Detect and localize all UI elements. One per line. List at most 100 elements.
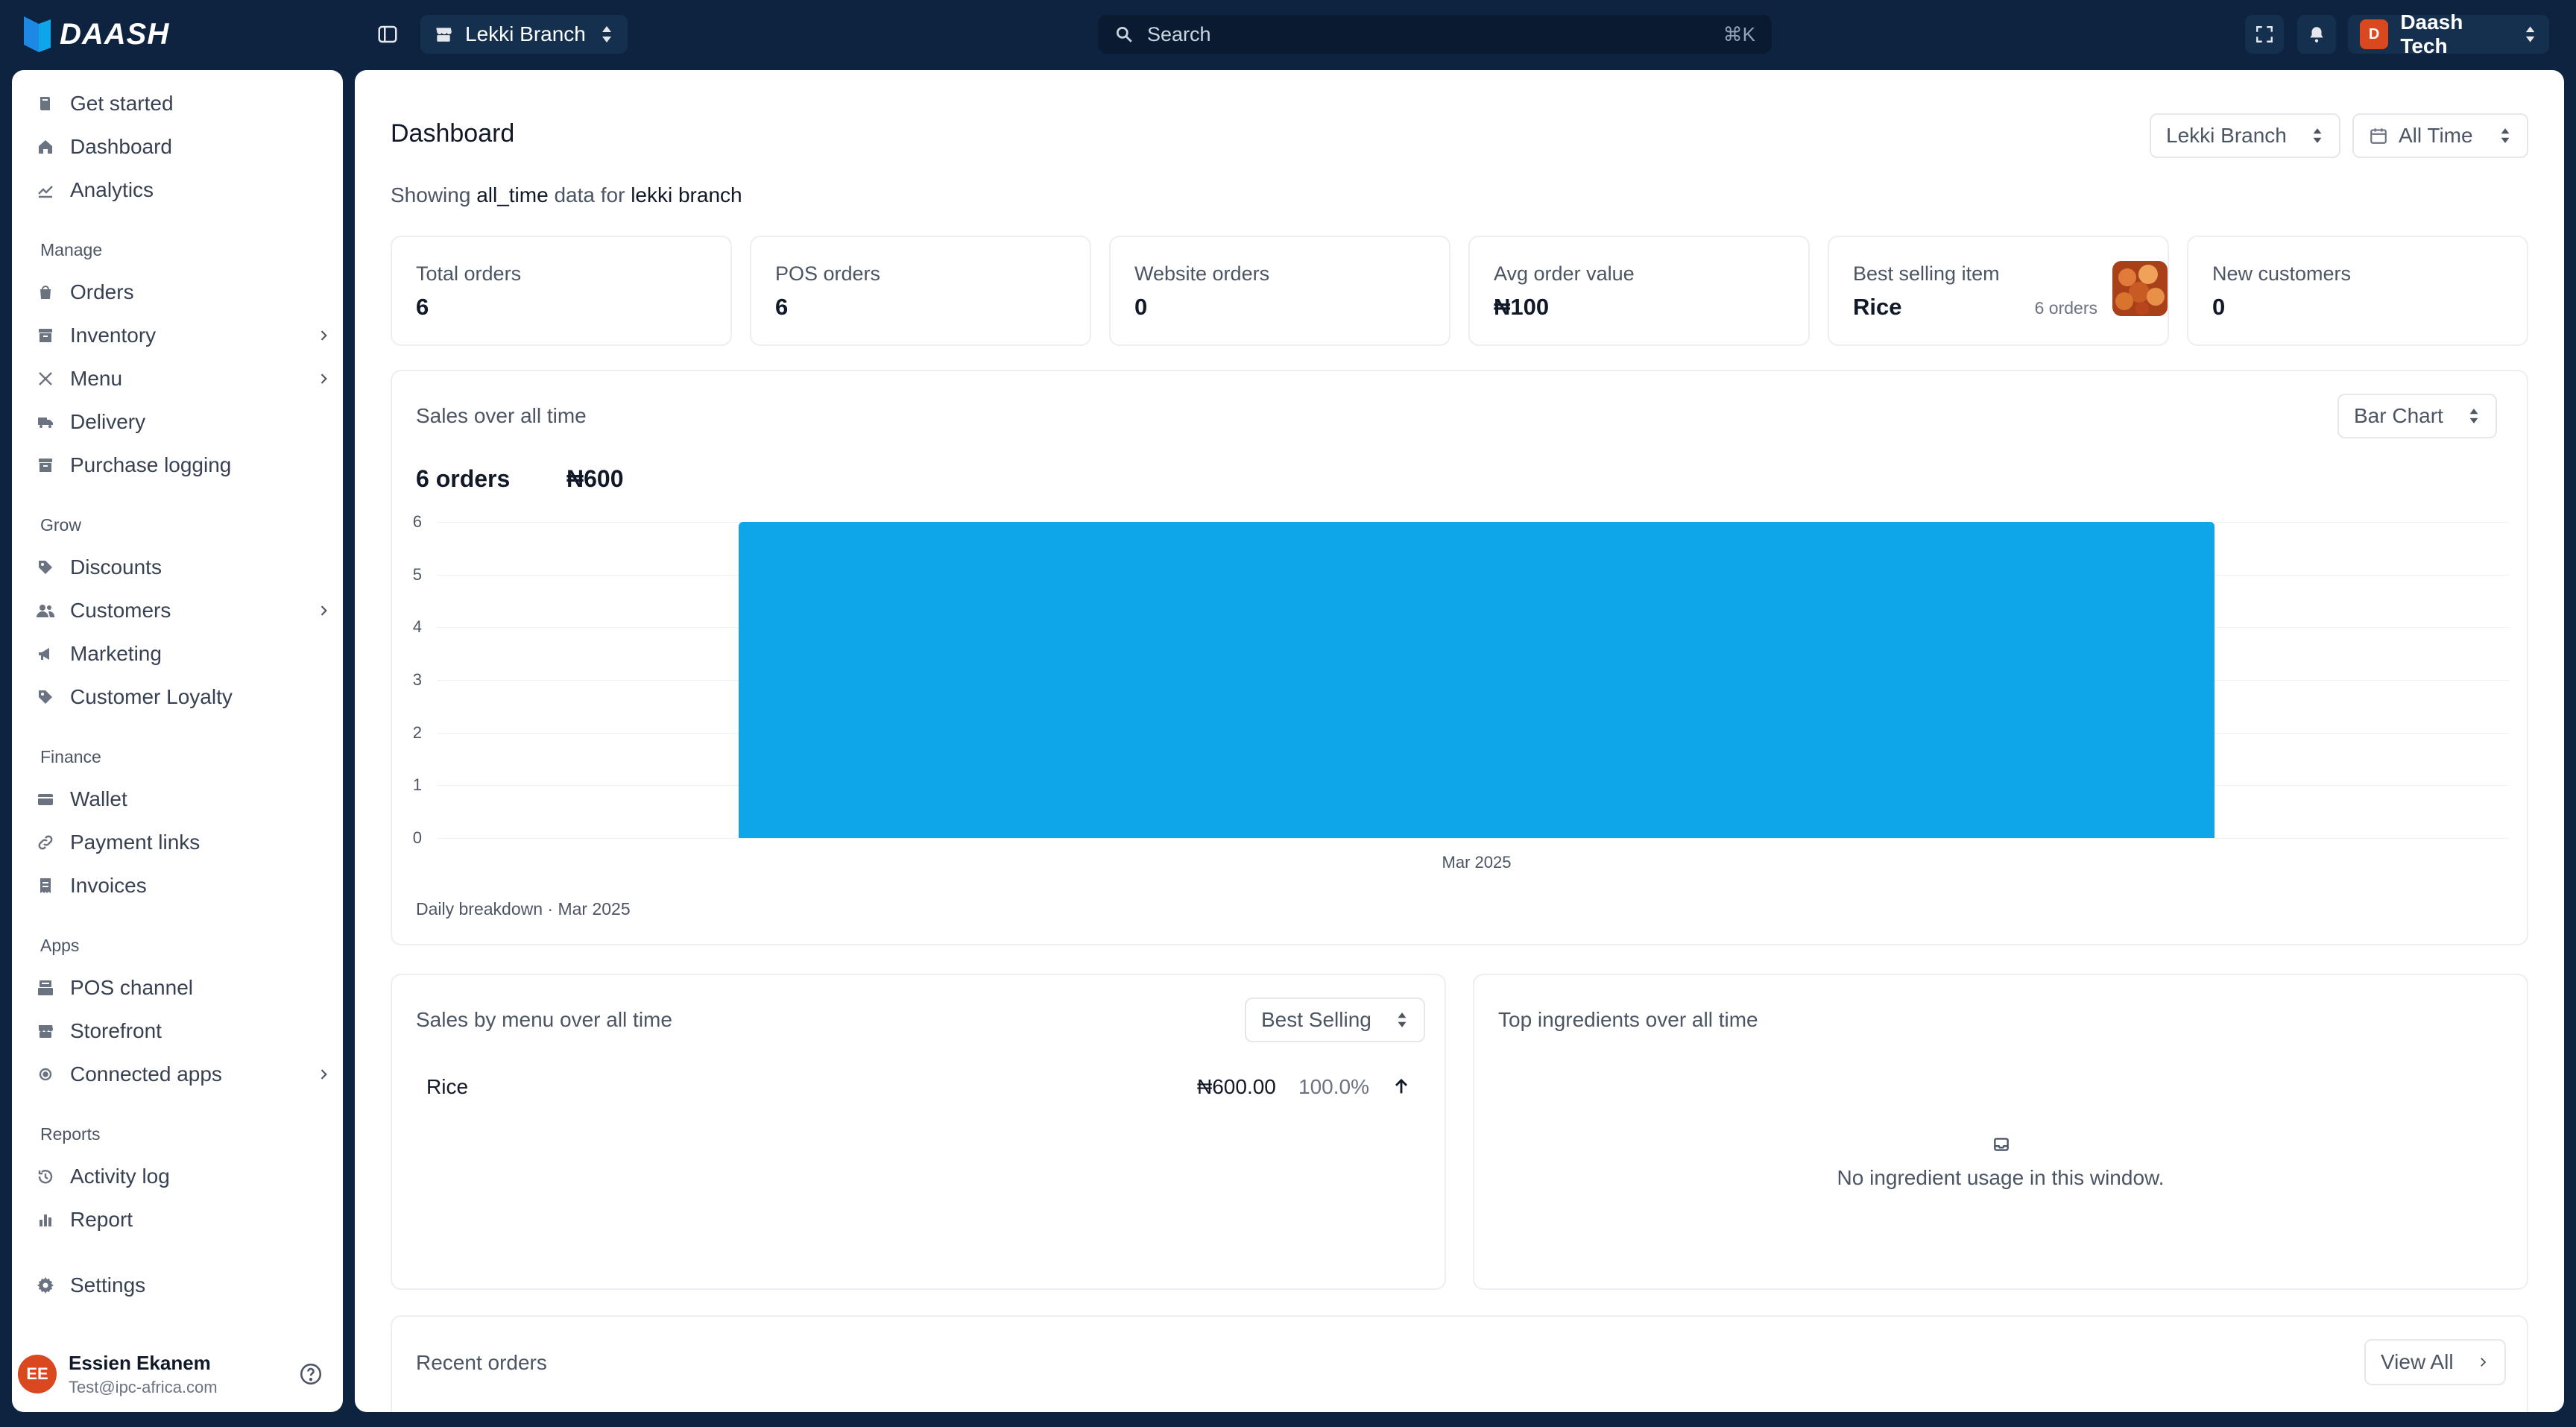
chart-amount-summary: ₦600 [566,465,624,492]
sidebar-item-label: Invoices [70,874,147,897]
sidebar-item-label: Purchase logging [70,453,232,476]
sidebar-item-label: Menu [70,367,123,390]
store-icon [36,1021,55,1041]
home-icon [36,137,55,157]
search-input[interactable]: Search ⌘K [1098,15,1772,54]
bag-icon [36,283,55,302]
search-icon [1116,26,1132,42]
link-icon [36,833,55,852]
users-icon [36,601,55,620]
chevron-right-icon [321,374,327,384]
sidebar-item-label: Settings [70,1273,146,1297]
y-tick-label: 2 [412,722,422,742]
sidebar-item-invoices[interactable]: Invoices [36,867,331,904]
chart-bar[interactable] [738,522,2215,838]
search-shortcut: ⌘K [1723,22,1755,45]
chart-caption: Daily breakdown · Mar 2025 [416,899,631,919]
sidebar-item-get-started[interactable]: Get started [36,85,331,122]
sidebar-item-label: Analytics [70,178,154,201]
wallet-icon [36,790,55,809]
showing-middle: data for [554,183,625,207]
sidebar-item-analytics[interactable]: Analytics [36,171,331,209]
menu-sort-value: Best Selling [1261,1008,1371,1031]
sidebar-item-activity-log[interactable]: Activity log [36,1158,331,1195]
sidebar-item-dashboard[interactable]: Dashboard [36,128,331,166]
recent-orders-card: Recent orders View All [391,1315,2528,1412]
org-badge: D [2360,19,2389,49]
sidebar-item-customers[interactable]: Customers [36,592,331,629]
branch-switcher[interactable]: Lekki Branch [420,15,628,54]
view-all-button[interactable]: View All [2364,1339,2506,1385]
stat-value: Rice [1853,294,1902,320]
sidebar-item-label: Payment links [70,831,201,854]
organization-switcher[interactable]: D Daash Tech [2348,10,2549,57]
stat-card-website-orders: Website orders 0 [1109,236,1450,346]
sidebar-item-label: Orders [70,280,134,303]
sidebar-item-storefront[interactable]: Storefront [36,1012,331,1050]
sidebar-item-discounts[interactable]: Discounts [36,549,331,586]
archive-icon [36,326,55,345]
truck-icon [36,412,55,432]
updown-chevron-icon [2469,409,2478,423]
branch-filter-value: Lekki Branch [2166,124,2287,147]
sidebar-item-menu[interactable]: Menu [36,360,331,397]
sidebar-item-wallet[interactable]: Wallet [36,781,331,818]
sidebar-item-orders[interactable]: Orders [36,274,331,311]
stat-value: 0 [1134,294,1148,320]
sidebar-item-purchase-logging[interactable]: Purchase logging [36,447,331,484]
stat-label: Avg order value [1494,262,1635,285]
card-title: Sales over all time [416,404,587,427]
app-logo[interactable]: DAASH [22,13,169,55]
sidebar: Get started Dashboard Analytics Manage O… [12,70,343,1412]
sidebar-item-label: Report [70,1208,133,1231]
sidebar-item-marketing[interactable]: Marketing [36,635,331,672]
sidebar-item-settings[interactable]: Settings [36,1267,331,1304]
sidebar-item-label: Inventory [70,324,157,347]
sidebar-section-manage: Manage [40,240,103,259]
chart-gridline [437,838,2509,839]
search-placeholder: Search [1147,22,1211,45]
sidebar-item-payment-links[interactable]: Payment links [36,824,331,861]
stat-label: Website orders [1134,262,1270,285]
sidebar-item-label: Customer Loyalty [70,685,233,708]
stat-card-avg-order-value: Avg order value ₦100 [1468,236,1810,346]
card-title: Top ingredients over all time [1498,1008,1758,1031]
menu-sort-select[interactable]: Best Selling [1245,998,1425,1042]
sidebar-item-pos-channel[interactable]: POS channel [36,969,331,1007]
puzzle-icon [36,1065,55,1084]
page-title: Dashboard [391,119,515,148]
top-bar: DAASH Lekki Branch Search ⌘K D Daash Tec… [0,0,2576,69]
notifications-button[interactable] [2297,15,2336,54]
sidebar-toggle-button[interactable] [373,15,402,54]
chevron-right-icon [321,1069,327,1080]
sidebar-item-label: Marketing [70,642,162,665]
user-profile[interactable]: EE Essien Ekanem Test@ipc-africa.com [18,1348,323,1400]
stat-value: 0 [2212,294,2226,320]
y-tick-label: 4 [412,617,422,637]
org-name: Daash Tech [2400,10,2463,57]
chart-type-select[interactable]: Bar Chart [2337,394,2497,438]
arrow-up-icon [1395,1078,1407,1094]
menu-item-name: Rice [426,1075,469,1098]
sidebar-section-finance: Finance [40,747,101,766]
sidebar-item-connected-apps[interactable]: Connected apps [36,1056,331,1093]
user-email: Test@ipc-africa.com [69,1377,218,1396]
fullscreen-button[interactable] [2245,15,2284,54]
sidebar-item-delivery[interactable]: Delivery [36,403,331,441]
showing-text: Showing all_time data for lekki branch [391,183,742,207]
utensils-icon [36,369,55,388]
menu-item-percent: 100.0% [1298,1075,1369,1098]
sidebar-item-report[interactable]: Report [36,1201,331,1238]
branch-filter-select[interactable]: Lekki Branch [2150,113,2340,158]
chart-orders-summary: 6 orders [416,465,511,492]
x-tick-label: Mar 2025 [1442,853,1512,872]
help-icon[interactable] [298,1361,323,1387]
sidebar-item-customer-loyalty[interactable]: Customer Loyalty [36,678,331,716]
time-filter-select[interactable]: All Time [2352,113,2528,158]
sidebar-item-inventory[interactable]: Inventory [36,317,331,354]
sidebar-item-label: POS channel [70,976,193,999]
receipt-icon [36,876,55,895]
sidebar-item-label: Dashboard [70,135,172,158]
sidebar-item-label: Wallet [70,787,127,810]
archive-icon [36,456,55,475]
